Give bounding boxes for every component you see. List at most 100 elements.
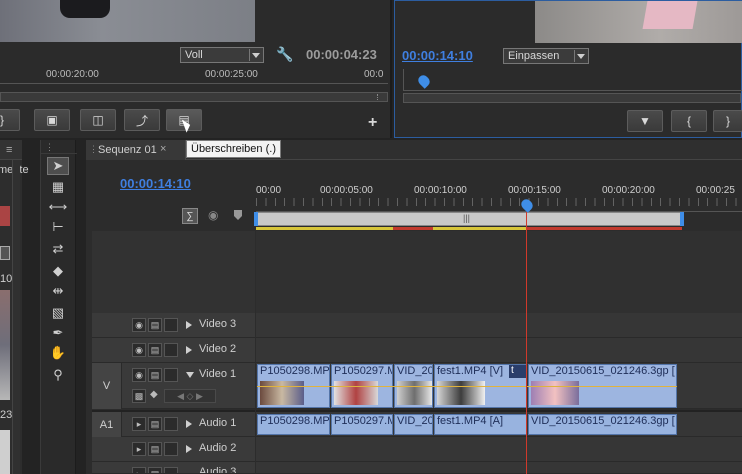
link-icon[interactable]: ◉ [208,208,218,222]
track-select-tool-icon[interactable]: ▦ [47,178,69,196]
filmstrip-icon[interactable]: ▤ [148,442,162,456]
chevron-down-icon [249,49,261,61]
program-video-frame [535,1,742,43]
add-marker-icon[interactable] [234,210,242,220]
panel-menu-icon[interactable]: ≡ [0,140,22,160]
pen-tool-icon[interactable]: ✒ [47,324,69,342]
source-fit-value: Voll [185,49,203,61]
collapse-triangle-icon[interactable] [186,372,194,378]
thumbnail [0,290,10,400]
filmstrip-icon[interactable]: ▤ [148,417,162,431]
program-fit-select[interactable]: Einpassen [503,48,589,64]
speaker-icon[interactable]: ▸ [132,442,146,456]
audio-clip[interactable]: VID_20150615_021246.3gp [ [528,414,677,435]
source-monitor: Voll 🔧 00:00:04:23 00:00:20:00 00:00:25:… [0,0,392,138]
source-patch-a1[interactable]: A1 [92,412,122,437]
source-scrollbar[interactable] [0,92,388,102]
track-audio3[interactable] [256,462,742,474]
keyframe-nav[interactable]: ◀ ◇ ▶ [164,389,216,403]
source-patch-v[interactable]: V [92,363,122,409]
rate-stretch-tool-icon[interactable]: ⇄ [47,240,69,258]
filmstrip-icon[interactable]: ▤ [148,343,162,357]
display-style-icon[interactable]: ▩ [132,389,146,403]
audio-clip[interactable]: P1050297.MP4 [331,414,393,435]
tools-panel: ⋮ ➤ ▦ ⟷ ⊢ ⇄ ◆ ⇹ ▧ ✒ ✋ ⚲ [40,140,77,474]
track-audio2[interactable] [256,437,742,462]
track-header-video1[interactable]: V ◉ ▤ Video 1 ▩ ◆ ◀ ◇ ▶ [92,363,255,409]
track-header-audio1[interactable]: A1 ▸ ▤ Audio 1 [92,410,255,437]
speaker-icon[interactable]: ▸ [132,467,146,473]
slide-tool-icon[interactable]: ▧ [47,304,69,322]
audio-clip[interactable]: P1050298.MP4 [257,414,330,435]
program-scrollbar[interactable] [403,93,741,103]
filmstrip-icon[interactable]: ▤ [148,368,162,382]
snap-icon[interactable]: ∑ [182,208,198,224]
opacity-line[interactable] [257,386,677,387]
mark-out-button[interactable]: } [0,109,20,131]
expand-triangle-icon[interactable] [186,321,192,329]
expand-triangle-icon[interactable] [186,346,192,354]
track-video3[interactable] [256,313,742,338]
work-area-end-handle[interactable] [680,212,684,226]
mark-in-button[interactable]: { [671,110,707,132]
export-frame-button[interactable]: ▣ [34,109,70,131]
lock-toggle[interactable] [164,343,178,357]
hand-tool-icon[interactable]: ✋ [47,344,69,362]
speaker-icon[interactable]: ▸ [132,417,146,431]
add-marker-button[interactable]: ▼ [627,110,663,132]
zoom-tool-icon[interactable]: ⚲ [47,366,69,384]
source-timecode[interactable]: 00:00:04:23 [306,47,377,62]
track-header-audio3[interactable]: ▸ ▤ Audio 3 [92,462,255,474]
ripple-edit-tool-icon[interactable]: ⟷ [47,198,69,216]
work-area-start-handle[interactable] [254,212,258,226]
clip-label: VID_20150615_021246.3gp [ [531,365,675,377]
track-label: Video 3 [199,318,237,330]
expand-triangle-icon[interactable] [186,445,192,453]
wrench-icon[interactable]: 🔧 [276,46,293,63]
selection-tool-icon[interactable]: ➤ [47,157,69,175]
slip-tool-icon[interactable]: ⇹ [47,282,69,300]
clip-label: P1050298.MP4 [260,365,330,377]
audio-clip[interactable]: fest1.MP4 [A] [434,414,527,435]
panel-scrollbar[interactable] [12,160,20,474]
lift-button[interactable]: ⤴ [124,109,160,131]
add-button-icon[interactable]: + [368,114,377,132]
source-fit-select[interactable]: Voll [180,47,264,63]
lock-toggle[interactable] [164,318,178,332]
audio-clip[interactable]: VID_20 [394,414,433,435]
filmstrip-icon[interactable]: ▤ [148,467,162,473]
playhead-line [526,212,527,474]
lock-toggle[interactable] [164,442,178,456]
eye-icon[interactable]: ◉ [132,368,146,382]
eye-icon[interactable]: ◉ [132,343,146,357]
timeline-ruler[interactable]: 00:00 00:00:05:00 00:00:10:00 00:00:15:0… [256,184,742,212]
program-ruler[interactable] [403,69,742,91]
razor-tool-icon[interactable]: ◆ [47,262,69,280]
rolling-edit-tool-icon[interactable]: ⊢ [47,218,69,236]
keyframe-icon[interactable]: ◆ [150,389,158,400]
clip-effect-badge[interactable]: t [509,365,526,378]
track-header-audio2[interactable]: ▸ ▤ Audio 2 [92,437,255,462]
lock-toggle[interactable] [164,417,178,431]
eye-icon[interactable]: ◉ [132,318,146,332]
track-header-video3[interactable]: ◉ ▤ Video 3 [92,313,255,338]
work-area-bar[interactable]: ||| [256,212,682,226]
close-icon[interactable]: × [160,143,166,155]
lock-toggle[interactable] [164,467,178,473]
filmstrip-icon[interactable]: ▤ [148,318,162,332]
sequence-tab[interactable]: ⋮ Sequenz 01 × [86,140,186,160]
insert-button[interactable]: ◫ [80,109,116,131]
track-header-video2[interactable]: ◉ ▤ Video 2 [92,338,255,363]
program-timecode[interactable]: 00:00:14:10 [402,48,473,63]
track-video2[interactable] [256,338,742,363]
track-label: Audio 3 [199,466,237,474]
grip-icon: ||| [463,213,471,223]
track-label: Video 2 [199,343,237,355]
track-area-empty [256,231,742,313]
lock-toggle[interactable] [164,368,178,382]
sequence-timecode[interactable]: 00:00:14:10 [120,176,191,191]
expand-triangle-icon[interactable] [186,420,192,428]
source-ruler[interactable]: 00:00:20:00 00:00:25:00 00:0 [0,68,388,84]
mark-out-button-program[interactable]: } [713,110,742,132]
source-patch-label: A1 [99,418,114,431]
